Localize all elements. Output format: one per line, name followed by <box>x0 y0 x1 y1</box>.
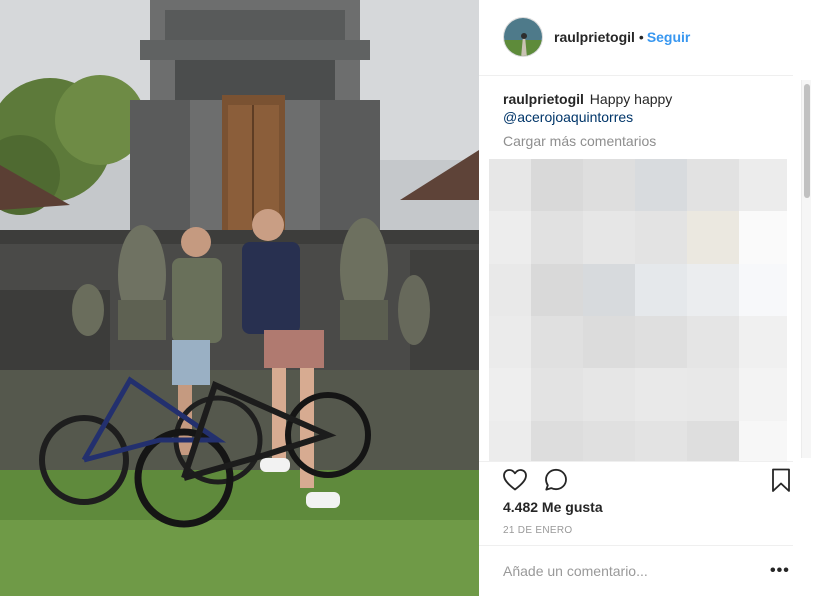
like-button[interactable] <box>501 466 529 494</box>
comment-button[interactable] <box>542 466 570 494</box>
header-row: raulprietogil • Seguir <box>554 29 690 45</box>
load-more-comments-button[interactable]: Cargar más comentarios <box>503 133 656 149</box>
post-side-panel: raulprietogil • Seguir raulprietogil Happy… <box>479 0 814 596</box>
comments-section[interactable]: raulprietogil Happy happy @acerojoaquint… <box>479 77 814 461</box>
post-header: raulprietogil • Seguir <box>479 0 793 76</box>
speech-bubble-icon <box>545 468 567 491</box>
post-date[interactable]: 21 DE ENERO <box>503 525 572 536</box>
comments-scrollbar[interactable] <box>801 80 811 458</box>
post-photo[interactable] <box>0 0 479 596</box>
header-separator: • <box>638 29 644 45</box>
scrollbar-thumb[interactable] <box>804 84 810 198</box>
heart-icon <box>503 469 527 491</box>
more-options-button[interactable]: ••• <box>770 562 790 580</box>
add-comment-bar: ••• <box>479 545 793 596</box>
post-photo-image <box>0 0 479 596</box>
likes-count[interactable]: 4.482 Me gusta <box>503 499 603 515</box>
follow-button[interactable]: Seguir <box>647 29 691 45</box>
post-actions-bar <box>479 461 793 501</box>
caption-mention-link[interactable]: @acerojoaquintorres <box>503 108 789 126</box>
caption-text: Happy happy <box>589 91 673 107</box>
save-button[interactable] <box>767 466 795 494</box>
user-avatar[interactable] <box>503 17 543 57</box>
caption-username[interactable]: raulprietogil <box>503 91 584 107</box>
avatar-image <box>504 18 542 56</box>
comment-input[interactable] <box>503 563 743 579</box>
post-caption: raulprietogil Happy happy @acerojoaquint… <box>503 90 789 126</box>
pixelated-comment-area <box>489 159 787 461</box>
header-username[interactable]: raulprietogil <box>554 29 635 45</box>
bookmark-icon <box>772 468 790 492</box>
